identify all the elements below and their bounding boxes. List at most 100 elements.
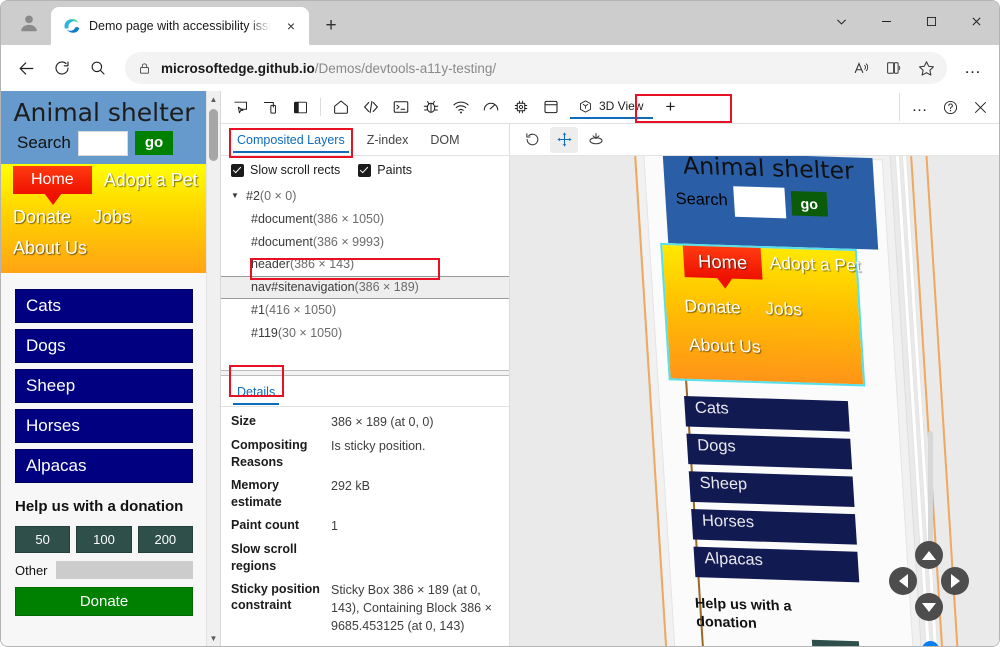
go-button[interactable]: go [135,131,173,155]
layer-tree-item-document-1[interactable]: #document(386 × 1050) [221,208,509,231]
tab-z-index[interactable]: Z-index [357,127,419,152]
layer-header-3d[interactable]: Animal shelter Search go [663,156,879,250]
dpad-up-button[interactable] [915,541,943,569]
amount-50[interactable]: 50 [15,526,70,553]
layer-nav-adopt: Adopt a Pet [761,248,870,282]
tab-close-button[interactable]: × [279,14,303,38]
tab-3d-view[interactable]: 3D View [570,96,653,119]
layer-tree: ▼ #2(0 × 0) #document(386 × 1050) #docum… [221,183,509,370]
layer-tree-item-document-2[interactable]: #document(386 × 9993) [221,231,509,254]
category-horses[interactable]: Horses [15,409,193,443]
close-devtools-icon[interactable] [965,93,995,121]
category-sheep[interactable]: Sheep [15,369,193,403]
nav-link-jobs[interactable]: Jobs [81,203,141,232]
nav-link-home[interactable]: Home [13,166,92,194]
view-3d: Animal shelter Search go Home [510,124,999,646]
view-3d-stage[interactable]: Animal shelter Search go Home [510,156,999,646]
checkbox-paints-label: Paints [377,163,412,177]
category-alpacas[interactable]: Alpacas [15,449,193,483]
reset-view-icon[interactable] [518,127,546,153]
amount-100[interactable]: 100 [76,526,131,553]
amount-200[interactable]: 200 [138,526,193,553]
checkbox-slow-scroll-rects-label: Slow scroll rects [250,163,340,177]
layers-options: Slow scroll rects Paints [221,156,509,183]
site-search-row: Search go [1,131,207,156]
browser-settings-more-button[interactable]: … [957,52,989,84]
layer-tree-item-header[interactable]: header(386 × 143) [221,253,509,276]
console-icon[interactable] [386,93,416,121]
checkbox-paints[interactable]: Paints [358,163,412,177]
scrollbar-thumb[interactable] [209,109,218,161]
device-emulation-icon[interactable] [255,93,285,121]
expand-triangle-icon[interactable]: ▼ [231,190,243,202]
toolbar-divider [320,98,321,116]
favorite-star-icon[interactable] [911,54,941,82]
elements-code-icon[interactable] [356,93,386,121]
page-scrollbar[interactable]: ▲ ▼ [206,91,220,646]
welcome-home-icon[interactable] [326,93,356,121]
scroll-up-arrow-icon[interactable]: ▲ [207,91,221,107]
nav-link-adopt-a-pet[interactable]: Adopt a Pet [92,166,208,195]
dpad-right-button[interactable] [941,567,969,595]
scroll-down-arrow-icon[interactable]: ▼ [207,630,221,646]
more-tools-icon[interactable]: … [905,93,935,121]
rotate-icon[interactable] [582,127,610,153]
url-text: microsoftedge.github.io/Demos/devtools-a… [161,61,839,76]
other-amount-input[interactable] [56,561,193,579]
read-aloud-icon[interactable] [847,54,877,82]
layer-sitenavigation-3d[interactable]: Home Adopt a Pet Donate Jobs About Us [660,243,865,387]
maximize-icon[interactable] [909,1,954,41]
help-icon[interactable] [935,93,965,121]
back-button[interactable] [9,51,43,85]
donate-button[interactable]: Donate [15,587,193,616]
reload-button[interactable] [45,51,79,85]
other-amount-row: Other [15,561,193,579]
layers-panel: Composited Layers Z-index DOM Slow scrol… [221,124,510,646]
address-bar[interactable]: microsoftedge.github.io/Demos/devtools-a… [125,52,947,84]
immersive-reader-icon[interactable] [879,54,909,82]
layer-go-button: go [790,191,827,217]
browser-tab[interactable]: Demo page with accessibility issu × [51,7,309,45]
performance-icon[interactable] [476,93,506,121]
search-icon-button[interactable] [81,51,115,85]
pan-move-icon[interactable] [550,127,578,153]
avatar-icon [18,12,40,34]
layer-category-alpacas: Alpacas [694,547,860,583]
details-panel: Details Size 386 × 189 (at 0, 0) Composi… [221,376,509,646]
layer-tree-root[interactable]: ▼ #2(0 × 0) [221,185,509,208]
nav-link-donate[interactable]: Donate [1,203,81,232]
inspect-element-icon[interactable] [225,93,255,121]
minimize-icon[interactable] [864,1,909,41]
nav-link-about-us[interactable]: About Us [1,234,97,263]
memory-icon[interactable] [506,93,536,121]
application-icon[interactable] [536,93,566,121]
checkbox-icon [358,164,371,177]
checkbox-slow-scroll-rects[interactable]: Slow scroll rects [231,163,340,177]
donation-heading: Help us with a donation [15,497,193,517]
browser-navbar: microsoftedge.github.io/Demos/devtools-a… [1,45,999,91]
dpad-down-button[interactable] [915,593,943,621]
layer-size: (386 × 189) [355,278,419,297]
layer-tree-item-1[interactable]: #1(416 × 1050) [221,299,509,322]
detail-value [331,541,503,575]
layer-tree-item-sitenavigation[interactable]: nav#sitenavigation(386 × 189) [221,276,509,299]
layer-size: (416 × 1050) [265,301,336,320]
devtools-add-tab-button[interactable]: + [657,94,683,120]
sources-debug-icon[interactable] [416,93,446,121]
search-input[interactable] [78,131,128,156]
dpad-left-button[interactable] [889,567,917,595]
close-window-icon[interactable] [954,1,999,41]
category-dogs[interactable]: Dogs [15,329,193,363]
dock-side-icon[interactable] [285,93,315,121]
tab-actions-menu-icon[interactable] [819,1,864,41]
tab-details[interactable]: Details [227,379,285,404]
new-tab-button[interactable]: + [315,10,347,42]
category-cats[interactable]: Cats [15,289,193,323]
tab-3d-view-label: 3D View [599,99,643,113]
layer-tree-item-119[interactable]: #119(30 × 1050) [221,322,509,345]
tab-dom[interactable]: DOM [420,127,469,152]
network-icon[interactable] [446,93,476,121]
profile-button[interactable] [9,3,49,43]
tab-composited-layers[interactable]: Composited Layers [227,127,355,152]
nav-row-1: Home Adopt a Pet [1,166,207,195]
